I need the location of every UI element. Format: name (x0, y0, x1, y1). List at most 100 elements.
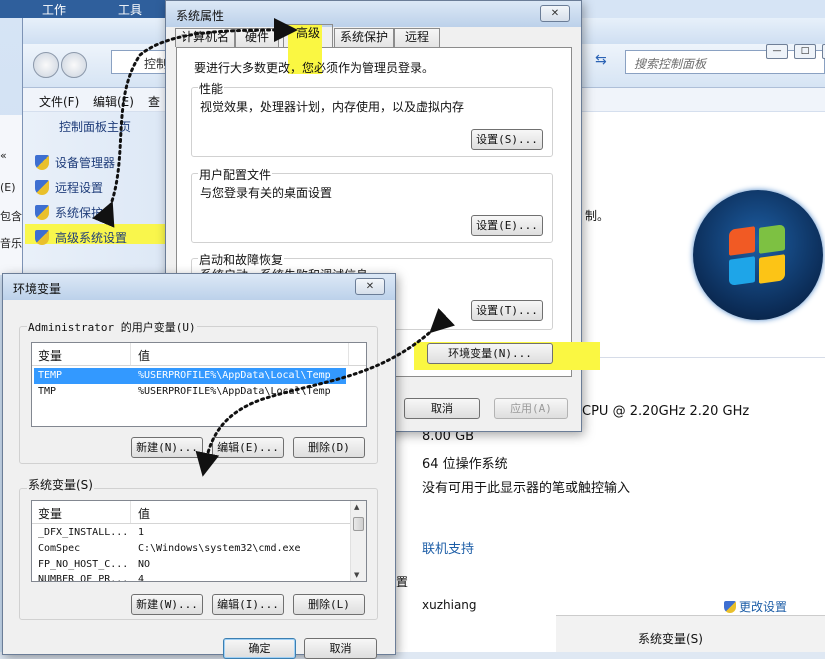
variable-name: TMP (38, 386, 57, 397)
list-item[interactable]: TMP %USERPROFILE%\AppData\Local\Temp (34, 384, 346, 400)
performance-title: 性能 (198, 80, 225, 97)
cancel-button[interactable]: 取消 (404, 398, 480, 419)
list-item[interactable]: FP_NO_HOST_C... NO (34, 557, 334, 573)
menu-work[interactable]: 工作 (42, 1, 66, 18)
shield-icon (35, 180, 49, 195)
user-delete-button[interactable]: 删除(D) (293, 437, 365, 458)
section-fragment: 置 (396, 575, 409, 589)
variable-name: FP_NO_HOST_C... (38, 559, 129, 570)
system-edit-button[interactable]: 编辑(I)... (212, 594, 284, 615)
system-variables-fragment: 系统变量(S) (638, 632, 703, 646)
variable-value: %USERPROFILE%\AppData\Local\Temp (138, 370, 331, 381)
sidebar-item-label: 高级系统设置 (55, 231, 128, 245)
minimize-icon[interactable]: — (766, 44, 788, 59)
menu-tools[interactable]: 工具 (118, 1, 142, 18)
variable-value: %USERPROFILE%\AppData\Local\Temp (138, 386, 331, 397)
scroll-down-icon[interactable]: ▼ (354, 571, 359, 579)
startup-settings-button[interactable]: 设置(T)... (471, 300, 543, 321)
menu-file[interactable]: 文件(F) (39, 93, 79, 110)
system-variables-title: 系统变量(S) (27, 476, 94, 493)
list-item[interactable]: TEMP %USERPROFILE%\AppData\Local\Temp (34, 368, 346, 384)
column-variable[interactable]: 变量 (38, 347, 62, 364)
menu-edit[interactable]: 编辑(E) (93, 93, 134, 110)
system-new-button[interactable]: 新建(W)... (131, 594, 203, 615)
list-item[interactable]: NUMBER_OF_PR... 4 (34, 572, 334, 582)
left-strip-text-c: 音乐 (0, 237, 22, 250)
pen-touch-value: 没有可用于此显示器的笔或触控输入 (422, 481, 631, 496)
close-icon[interactable]: ✕ (540, 5, 570, 22)
tab-computer-name[interactable]: 计算机名 (175, 28, 235, 47)
back-button[interactable] (33, 52, 59, 78)
variable-value: NO (138, 559, 151, 570)
shield-icon (35, 155, 49, 170)
shield-icon (35, 230, 49, 245)
online-support-link[interactable]: 联机支持 (422, 538, 474, 557)
list-header: 变量 值 (32, 343, 366, 366)
user-variables-list[interactable]: 变量 值 TEMP %USERPROFILE%\AppData\Local\Te… (31, 342, 367, 427)
variable-value: 4 (138, 574, 145, 582)
variable-value: C:\Windows\system32\cmd.exe (138, 543, 301, 554)
variable-name: TEMP (38, 370, 63, 381)
user-new-button[interactable]: 新建(N)... (131, 437, 203, 458)
list-item[interactable]: ComSpec C:\Windows\system32\cmd.exe (34, 541, 334, 557)
os-type-value: 64 位操作系统 (422, 457, 508, 472)
dialog-titlebar: 系统属性 ✕ (166, 1, 581, 27)
environment-variables-button[interactable]: 环境变量(N)... (427, 343, 553, 364)
user-profiles-title: 用户配置文件 (198, 166, 273, 183)
user-variables-title: Administrator 的用户变量(U) (27, 319, 197, 335)
shield-icon (35, 205, 49, 220)
forward-button[interactable] (61, 52, 87, 78)
system-variables-list[interactable]: 变量 值 _DFX_INSTALL... 1 ComSpec C:\Window… (31, 500, 367, 582)
background-dialog-fragment: 系统变量(S) (556, 615, 825, 652)
system-delete-button[interactable]: 删除(L) (293, 594, 365, 615)
performance-desc: 视觉效果，处理器计划，内存使用，以及虚拟内存 (200, 100, 465, 114)
admin-note: 要进行大多数更改，您必须作为管理员登录。 (194, 61, 435, 75)
left-strip-text-a: (E) (0, 181, 16, 194)
ok-button[interactable]: 确定 (223, 638, 296, 659)
list-item[interactable]: _DFX_INSTALL... 1 (34, 525, 334, 541)
sidebar-home-link[interactable]: 控制面板主页 (59, 118, 131, 135)
window-controls: — □ ✕ (766, 44, 825, 60)
sidebar-item-remote-settings[interactable]: 远程设置 (35, 179, 103, 199)
user-profiles-settings-button[interactable]: 设置(E)... (471, 215, 543, 236)
scroll-up-icon[interactable]: ▲ (354, 503, 359, 511)
scrollbar[interactable]: ▲ ▼ (350, 501, 366, 581)
change-settings-link[interactable]: 更改设置 (724, 598, 787, 615)
tab-system-protection[interactable]: 系统保护 (334, 28, 394, 47)
menu-view[interactable]: 查 (148, 93, 160, 110)
column-value[interactable]: 值 (138, 347, 150, 364)
maximize-icon[interactable]: □ (794, 44, 816, 59)
refresh-icon[interactable]: ⇆ (595, 52, 617, 72)
windows-logo-icon (693, 190, 823, 320)
dialog-title: 环境变量 (13, 282, 62, 296)
description-fragment: 制。 (585, 209, 610, 223)
cpu-value: CPU @ 2.20GHz 2.20 GHz (582, 404, 750, 419)
close-icon[interactable]: ✕ (355, 278, 385, 295)
column-variable[interactable]: 变量 (38, 505, 62, 522)
sidebar-item-advanced-settings[interactable]: 高级系统设置 (35, 229, 127, 249)
sidebar-item-device-manager[interactable]: 设备管理器 (35, 154, 115, 174)
performance-settings-button[interactable]: 设置(S)... (471, 129, 543, 150)
top-menubar: 工作 工具 (0, 0, 170, 18)
left-strip-text-b: 包含 (0, 210, 22, 223)
user-edit-button[interactable]: 编辑(E)... (212, 437, 284, 458)
column-value[interactable]: 值 (138, 505, 150, 522)
variable-name: NUMBER_OF_PR... (38, 574, 129, 582)
scrollbar-thumb[interactable] (353, 517, 364, 531)
environment-variables-dialog: 环境变量 ✕ Administrator 的用户变量(U) 变量 值 TEMP … (2, 273, 396, 659)
sidebar-item-label: 系统保护 (55, 206, 104, 220)
variable-name: ComSpec (38, 543, 81, 554)
computer-name-value: xuzhiang (422, 598, 477, 612)
tab-advanced[interactable]: 高级 (283, 24, 333, 48)
apply-button[interactable]: 应用(A) (494, 398, 568, 419)
search-placeholder: 搜索控制面板 (634, 57, 707, 71)
sidebar-item-system-protection[interactable]: 系统保护 (35, 204, 103, 224)
variable-value: 1 (138, 527, 145, 538)
shield-icon (724, 601, 736, 613)
sidebar-item-label: 设备管理器 (55, 156, 116, 170)
dialog-title: 系统属性 (176, 9, 225, 23)
tab-hardware[interactable]: 硬件 (235, 28, 279, 47)
collapse-chevron-icon[interactable]: « (0, 149, 7, 162)
cancel-button[interactable]: 取消 (304, 638, 377, 659)
tab-remote[interactable]: 远程 (394, 28, 440, 47)
